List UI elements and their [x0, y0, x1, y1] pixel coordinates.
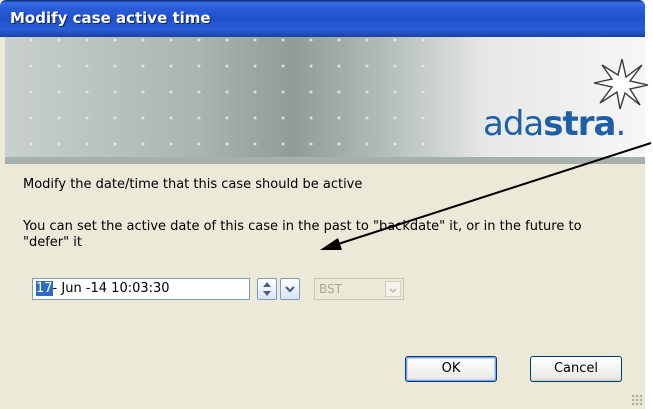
- explanation-text: You can set the active date of this case…: [23, 219, 582, 250]
- banner-divider: [5, 157, 645, 164]
- instruction-text: Modify the date/time that this case shou…: [23, 177, 363, 192]
- timezone-dropdown-button[interactable]: [385, 281, 401, 297]
- dialog-window: Modify case active time adastra. Modify …: [0, 0, 649, 409]
- timezone-select[interactable]: BST: [314, 278, 404, 300]
- chevron-down-icon: [285, 286, 295, 293]
- cancel-button[interactable]: Cancel: [530, 356, 622, 382]
- title-bar[interactable]: Modify case active time: [0, 0, 645, 37]
- timezone-value: BST: [319, 282, 342, 296]
- adastra-star-icon: [593, 58, 649, 110]
- datetime-value: 17- Jun -14 10:03:30: [36, 281, 170, 296]
- spin-arrows: [263, 282, 271, 296]
- datetime-input[interactable]: 17- Jun -14 10:03:30: [32, 278, 250, 300]
- window-title: Modify case active time: [10, 9, 211, 27]
- resize-grip-icon[interactable]: [631, 394, 643, 406]
- dot-pattern: [5, 37, 445, 157]
- datetime-day-segment[interactable]: 17: [36, 281, 53, 296]
- datetime-dropdown-button[interactable]: [280, 278, 300, 300]
- spin-up-down-icon[interactable]: [257, 278, 277, 300]
- ok-button[interactable]: OK: [405, 356, 497, 382]
- chevron-down-icon: [389, 288, 397, 294]
- logo-prefix: ada: [483, 104, 544, 144]
- datetime-rest: - Jun -14 10:03:30: [52, 281, 170, 296]
